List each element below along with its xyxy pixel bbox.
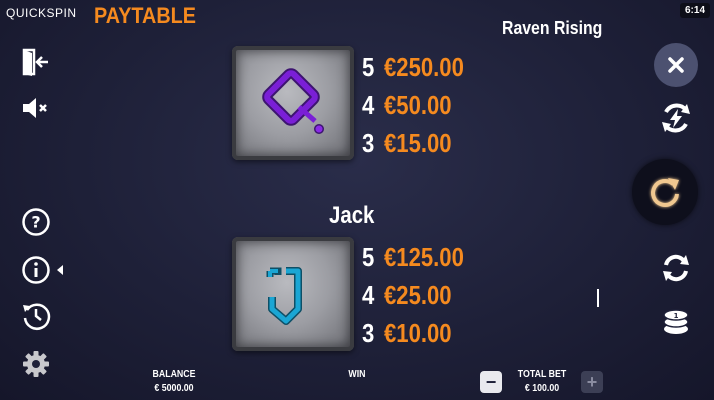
- page-title: PAYTABLE: [94, 3, 196, 28]
- settings-icon[interactable]: [20, 348, 52, 380]
- autoplay-icon[interactable]: [658, 250, 694, 286]
- bet-coins-icon[interactable]: 1: [660, 303, 692, 337]
- pay-row: 5 €125.00: [362, 242, 478, 273]
- increase-bet-button[interactable]: +: [581, 371, 603, 393]
- jack-symbol-tile: [232, 237, 354, 351]
- balance-value: € 5000.00: [154, 383, 194, 394]
- close-button[interactable]: [654, 43, 698, 87]
- scroll-indicator: [597, 289, 599, 307]
- spin-button[interactable]: [632, 159, 698, 225]
- svg-text:?: ?: [31, 213, 40, 232]
- pay-amount: €15.00: [384, 128, 452, 158]
- pay-row: 5 €250.00: [362, 52, 478, 83]
- pay-count: 5: [362, 52, 375, 82]
- total-bet-label: TOTAL BET: [517, 369, 567, 380]
- close-icon: [668, 57, 684, 73]
- balance-label: BALANCE: [152, 369, 196, 380]
- pay-amount: €125.00: [384, 242, 464, 272]
- total-bet-value: € 100.00: [524, 383, 560, 394]
- j-rune-icon: [266, 267, 302, 325]
- pay-amount: €250.00: [384, 52, 464, 82]
- pay-amount: €25.00: [384, 280, 452, 310]
- pay-row: 3 €15.00: [362, 128, 464, 159]
- symbol-name: Jack: [329, 202, 375, 229]
- pay-count: 4: [362, 280, 375, 310]
- q-symbol-tile: [232, 46, 354, 160]
- help-icon[interactable]: ?: [20, 206, 52, 238]
- pay-count: 3: [362, 128, 375, 158]
- pay-amount: €50.00: [384, 90, 452, 120]
- brand-logo: QUICKSPIN: [6, 6, 77, 20]
- sound-muted-icon[interactable]: [20, 94, 52, 122]
- pay-row: 4 €25.00: [362, 280, 464, 311]
- clock: 6:14: [679, 3, 710, 18]
- pay-count: 5: [362, 242, 375, 272]
- spin-icon: [651, 178, 679, 207]
- pay-row: 4 €50.00: [362, 90, 464, 121]
- history-icon[interactable]: [20, 300, 52, 332]
- exit-icon[interactable]: [20, 46, 52, 78]
- q-rune-icon: [262, 68, 324, 134]
- win-label: WIN: [348, 369, 366, 380]
- turbo-icon[interactable]: [656, 98, 696, 138]
- info-icon[interactable]: [20, 254, 68, 286]
- game-name: Raven Rising: [502, 18, 603, 38]
- pay-count: 4: [362, 90, 375, 120]
- svg-text:1: 1: [674, 312, 679, 320]
- decrease-bet-button[interactable]: −: [480, 371, 502, 393]
- pay-count: 3: [362, 318, 375, 348]
- pay-amount: €10.00: [384, 318, 452, 348]
- pay-row: 3 €10.00: [362, 318, 464, 349]
